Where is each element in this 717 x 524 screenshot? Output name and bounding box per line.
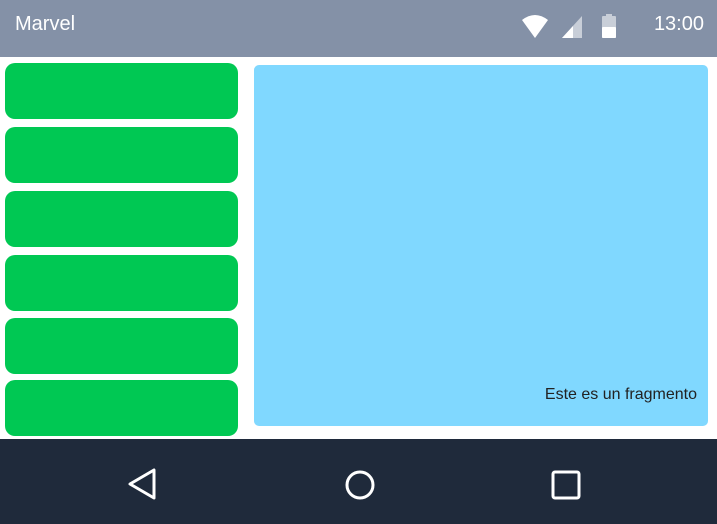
phone-screen: Marvel 13:00 Este es un fragmento <box>0 0 717 524</box>
list-button-4[interactable] <box>5 255 238 311</box>
list-button-1[interactable] <box>5 63 238 119</box>
recents-button[interactable] <box>548 466 584 502</box>
list-button-3[interactable] <box>5 191 238 247</box>
list-button-2[interactable] <box>5 127 238 183</box>
list-button-6[interactable] <box>5 380 238 436</box>
main-content: Este es un fragmento <box>0 57 717 439</box>
signal-icon <box>561 13 583 39</box>
back-button[interactable] <box>125 466 161 502</box>
fragment-panel: Este es un fragmento <box>254 65 708 426</box>
status-bar: Marvel 13:00 <box>0 0 717 57</box>
list-button-5[interactable] <box>5 318 238 374</box>
navigation-bar <box>0 439 717 524</box>
app-title: Marvel <box>15 13 76 35</box>
home-icon <box>342 466 378 502</box>
fragment-text: Este es un fragmento <box>544 386 697 403</box>
home-button[interactable] <box>342 466 378 502</box>
battery-icon <box>601 13 617 39</box>
status-clock: 13:00 <box>653 13 704 35</box>
recents-icon <box>548 466 584 502</box>
wifi-icon <box>521 13 549 39</box>
back-icon <box>125 466 161 502</box>
